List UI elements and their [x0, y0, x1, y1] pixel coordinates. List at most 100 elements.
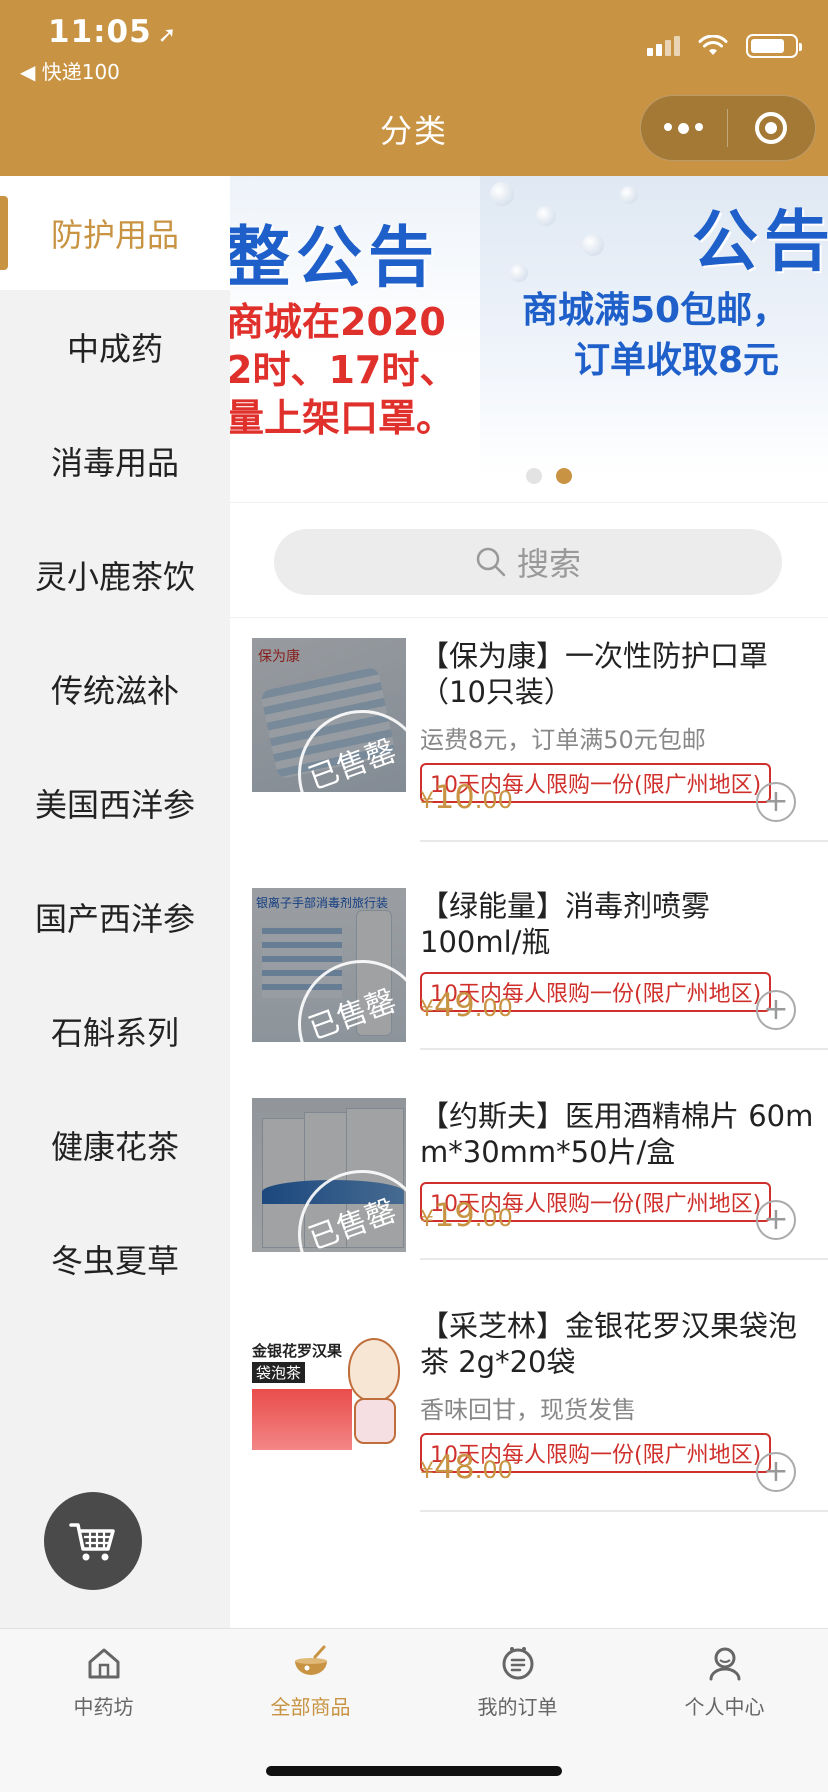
product-image[interactable]: 银离子手部消毒剂旅行装 已售罄	[252, 888, 406, 1042]
add-to-cart-button[interactable]: +	[756, 1200, 796, 1240]
banner-pagination	[230, 468, 828, 484]
price-integer: 48	[434, 1448, 475, 1486]
home-indicator	[266, 1766, 562, 1776]
category-item[interactable]: 中成药	[0, 290, 230, 404]
tab-home[interactable]: 中药坊	[0, 1629, 207, 1792]
category-item[interactable]: 美国西洋参	[0, 746, 230, 860]
price-decimal: .00	[474, 1204, 513, 1232]
item-divider	[420, 1258, 828, 1260]
category-item[interactable]: 防护用品	[0, 176, 230, 290]
molecule-decoration	[510, 264, 528, 282]
tab-label: 全部商品	[270, 1695, 351, 1719]
product-price: ¥10.00	[420, 778, 513, 816]
tab-profile[interactable]: 个人中心	[621, 1629, 828, 1792]
product-item[interactable]: 已售罄 【约斯夫】医用酒精棉片 60mm*30mm*50片/盒 10天内每人限购…	[230, 1098, 828, 1298]
product-image[interactable]: 已售罄	[252, 1098, 406, 1252]
category-item[interactable]: 传统滋补	[0, 632, 230, 746]
search-icon	[476, 547, 506, 577]
category-item[interactable]: 冬虫夏草	[0, 1202, 230, 1316]
location-arrow-icon: ➚	[157, 23, 178, 48]
price-integer: 19	[434, 1196, 475, 1234]
product-desc: 香味回甘，现货发售	[420, 1396, 636, 1424]
product-price: ¥49.00	[420, 986, 513, 1024]
item-divider	[420, 1510, 828, 1512]
molecule-decoration	[582, 234, 604, 256]
price-decimal: .00	[474, 994, 513, 1022]
price-currency: ¥	[420, 1459, 434, 1484]
search-placeholder: 搜索	[516, 545, 581, 583]
price-integer: 10	[434, 778, 475, 816]
tab-label: 中药坊	[73, 1695, 134, 1719]
product-image[interactable]: 金银花罗汉果 袋泡茶	[252, 1328, 406, 1450]
price-currency: ¥	[420, 997, 434, 1022]
status-icons	[647, 34, 802, 58]
molecule-decoration	[490, 182, 514, 206]
price-integer: 49	[434, 986, 475, 1024]
top-header: 11:05 ➚ ◀ 快递100 分类	[0, 0, 828, 176]
item-divider	[420, 1048, 828, 1050]
category-item[interactable]: 石斛系列	[0, 974, 230, 1088]
cart-icon	[69, 1523, 115, 1561]
product-price: ¥19.00	[420, 1196, 513, 1234]
add-to-cart-button[interactable]: +	[756, 782, 796, 822]
product-price: ¥48.00	[420, 1448, 513, 1486]
product-item[interactable]: 金银花罗汉果 袋泡茶 【采芝林】金银花罗汉果袋泡茶 2g*20袋 香味回甘，现货…	[230, 1308, 828, 1528]
category-item[interactable]: 灵小鹿茶饮	[0, 518, 230, 632]
banner-text: 2时、17时、	[230, 348, 458, 392]
product-name: 【保为康】一次性防护口罩（10只装）	[420, 639, 769, 709]
banner-text: 订单收取8元	[574, 340, 780, 381]
wifi-icon	[698, 35, 728, 55]
status-time-text: 11:05	[48, 14, 152, 50]
miniprogram-capsule	[640, 95, 816, 161]
search-bar: 搜索	[230, 502, 828, 618]
price-currency: ¥	[420, 1207, 434, 1232]
product-image[interactable]: 保为康 已售罄	[252, 638, 406, 792]
category-item[interactable]: 消毒用品	[0, 404, 230, 518]
banner-slide: 公告 商城满50包邮， 订单收取8元	[480, 176, 828, 476]
user-icon	[709, 1647, 740, 1681]
battery-icon	[746, 34, 802, 58]
banner-title: 公告	[692, 203, 828, 280]
banner-text: 量上架口罩。	[230, 396, 455, 440]
molecule-decoration	[536, 206, 556, 226]
search-input[interactable]: 搜索	[274, 529, 782, 595]
category-item[interactable]: 国产西洋参	[0, 860, 230, 974]
category-item[interactable]: 健康花茶	[0, 1088, 230, 1202]
product-name: 【绿能量】消毒剂喷雾 100ml/瓶	[420, 889, 711, 959]
more-options-icon[interactable]	[641, 122, 727, 134]
tab-label: 个人中心	[684, 1695, 765, 1719]
product-item[interactable]: 银离子手部消毒剂旅行装 已售罄 【绿能量】消毒剂喷雾 100ml/瓶 10天内每…	[230, 888, 828, 1088]
deer-body-illustration	[354, 1398, 396, 1444]
price-currency: ¥	[420, 789, 434, 814]
image-caption-text: 金银花罗汉果	[252, 1342, 343, 1360]
product-name: 【采芝林】金银花罗汉果袋泡茶 2g*20袋	[420, 1309, 798, 1379]
price-decimal: .00	[474, 786, 513, 814]
add-to-cart-button[interactable]: +	[756, 1452, 796, 1492]
image-caption-text: 袋泡茶	[252, 1362, 306, 1383]
order-icon	[502, 1647, 533, 1680]
molecule-decoration	[620, 186, 638, 204]
banner-dot-active[interactable]	[556, 468, 572, 484]
add-to-cart-button[interactable]: +	[756, 990, 796, 1030]
home-icon	[88, 1648, 119, 1679]
price-decimal: .00	[474, 1456, 513, 1484]
banner-title: 整公告	[230, 219, 440, 296]
floating-cart-button[interactable]	[44, 1492, 142, 1590]
deer-mascot-illustration	[348, 1338, 400, 1402]
banner-slide: 整公告 商城在2020 2时、17时、 量上架口罩。	[230, 176, 480, 476]
product-name: 【约斯夫】医用酒精棉片 60mm*30mm*50片/盒	[420, 1099, 814, 1169]
product-content: 整公告 商城在2020 2时、17时、 量上架口罩。 公告 商城满50包邮， 订…	[230, 176, 828, 1628]
category-sidebar: 防护用品 中成药 消毒用品 灵小鹿茶饮 传统滋补 美国西洋参 国产西洋参 石斛系…	[0, 176, 230, 1628]
tab-label: 我的订单	[477, 1695, 558, 1719]
product-desc: 运费8元，订单满50元包邮	[420, 726, 706, 754]
banner-text: 商城满50包邮，	[522, 290, 789, 331]
bowl-icon	[294, 1645, 327, 1675]
close-miniprogram-icon[interactable]	[728, 112, 816, 144]
banner-text: 商城在2020	[230, 300, 446, 344]
back-to-app-link[interactable]: ◀ 快递100	[20, 56, 120, 85]
status-time: 11:05 ➚	[48, 14, 177, 50]
announcement-banner[interactable]: 整公告 商城在2020 2时、17时、 量上架口罩。 公告 商城满50包邮， 订…	[230, 176, 828, 502]
product-item[interactable]: 保为康 已售罄 【保为康】一次性防护口罩（10只装） 运费8元，订单满50元包邮…	[230, 638, 828, 848]
item-divider	[420, 840, 828, 842]
banner-dot[interactable]	[526, 468, 542, 484]
